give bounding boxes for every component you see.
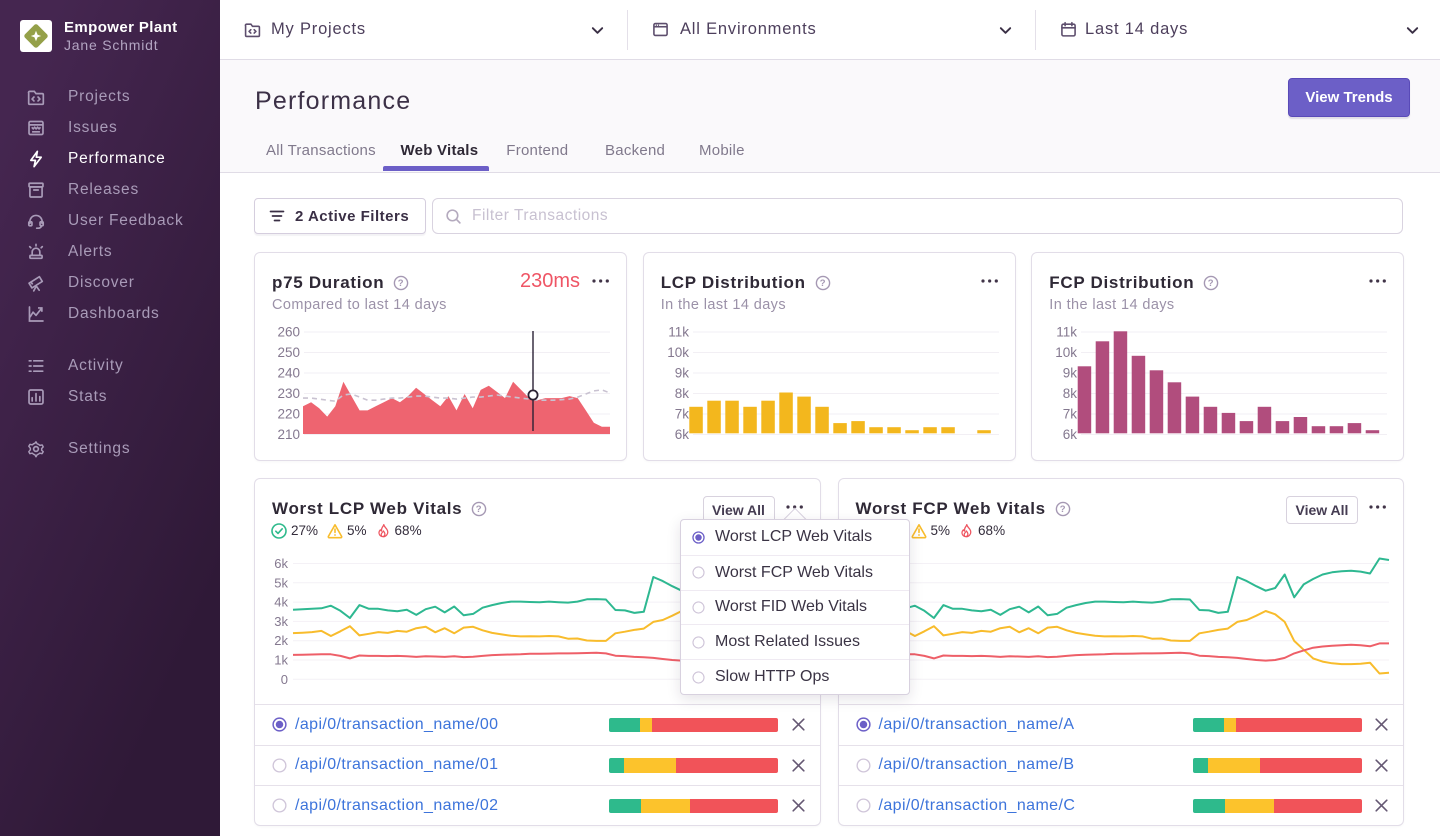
svg-text:7k: 7k [674,407,689,422]
svg-text:3k: 3k [274,613,288,628]
svg-text:260: 260 [277,325,300,340]
svg-text:5k: 5k [274,575,288,590]
svg-text:250: 250 [277,345,300,360]
svg-text:8k: 8k [1063,386,1078,401]
svg-text:7k: 7k [1063,407,1078,422]
svg-text:6k: 6k [274,556,288,571]
svg-text:?: ? [398,278,405,289]
svg-text:210: 210 [277,427,300,442]
svg-text:4k: 4k [274,594,288,609]
svg-text:9k: 9k [674,366,689,381]
svg-text:230: 230 [277,386,300,401]
svg-text:?: ? [476,504,483,515]
svg-text:1k: 1k [274,652,288,667]
svg-text:9k: 9k [1063,366,1078,381]
svg-text:0: 0 [281,671,288,686]
svg-text:2k: 2k [274,633,288,648]
svg-text:11k: 11k [1057,325,1078,340]
svg-text:?: ? [1208,278,1215,289]
svg-text:10k: 10k [1056,345,1078,360]
svg-text:6k: 6k [674,427,689,442]
svg-text:10k: 10k [667,345,689,360]
svg-text:8k: 8k [674,386,689,401]
svg-text:?: ? [819,278,826,289]
svg-text:220: 220 [277,407,300,422]
svg-text:11k: 11k [668,325,689,340]
svg-text:240: 240 [277,366,300,381]
svg-text:?: ? [1060,504,1067,515]
svg-text:6k: 6k [1063,427,1078,442]
